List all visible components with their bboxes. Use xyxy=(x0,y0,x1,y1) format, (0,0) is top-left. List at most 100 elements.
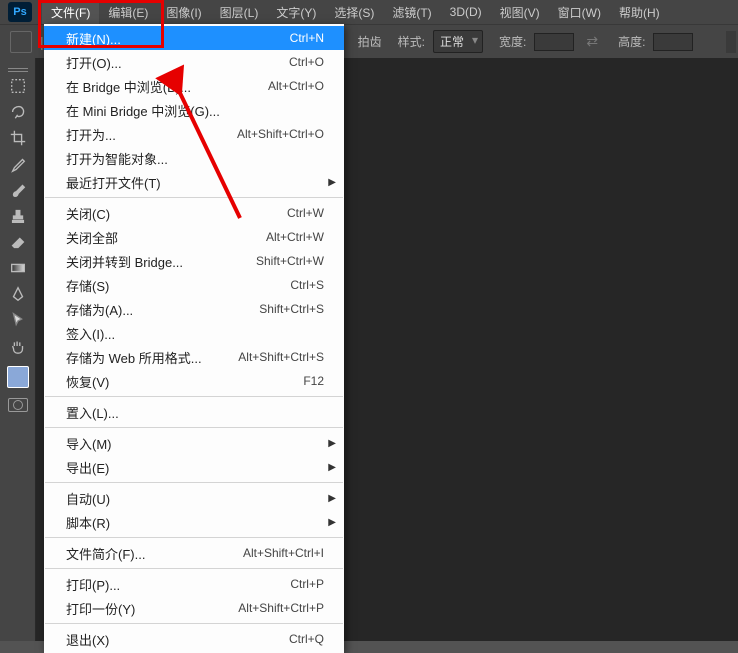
menu-item-shortcut: Alt+Ctrl+W xyxy=(266,230,324,244)
menu-item-label: 置入(L)... xyxy=(66,403,119,422)
width-input[interactable] xyxy=(534,33,574,51)
menu-item-0[interactable]: 新建(N)...Ctrl+N xyxy=(44,26,344,50)
eyedropper-tool-icon[interactable] xyxy=(6,152,30,176)
menu-separator xyxy=(45,623,343,624)
menu-item-5[interactable]: 打开为智能对象... xyxy=(44,146,344,170)
eraser-tool-icon[interactable] xyxy=(6,230,30,254)
menu-item-17[interactable]: 置入(L)... xyxy=(44,400,344,424)
stamp-tool-icon[interactable] xyxy=(6,204,30,228)
submenu-arrow-icon: ▶ xyxy=(328,438,336,449)
menu-item-shortcut: Alt+Shift+Ctrl+S xyxy=(238,350,324,364)
tool-preset-icon[interactable] xyxy=(10,31,32,53)
path-select-tool-icon[interactable] xyxy=(6,308,30,332)
menu-item-20[interactable]: 导出(E)▶ xyxy=(44,455,344,479)
hand-tool-icon[interactable] xyxy=(6,334,30,358)
menu-help[interactable]: 帮助(H) xyxy=(610,1,669,24)
menu-item-shortcut: Alt+Ctrl+O xyxy=(268,79,324,93)
menu-separator xyxy=(45,427,343,428)
menu-item-shortcut: Ctrl+S xyxy=(290,278,324,292)
menu-item-label: 最近打开文件(T) xyxy=(66,173,161,192)
menu-window[interactable]: 窗口(W) xyxy=(549,1,610,24)
menu-item-shortcut: Ctrl+W xyxy=(287,206,324,220)
menu-image[interactable]: 图像(I) xyxy=(157,1,210,24)
crop-tool-icon[interactable] xyxy=(6,126,30,150)
menu-separator xyxy=(45,396,343,397)
menu-separator xyxy=(45,482,343,483)
menu-item-shortcut: Ctrl+P xyxy=(290,577,324,591)
menu-item-label: 打开为... xyxy=(66,125,116,144)
menu-type[interactable]: 文字(Y) xyxy=(267,1,325,24)
menu-item-22[interactable]: 自动(U)▶ xyxy=(44,486,344,510)
toolbar xyxy=(0,58,36,641)
menu-item-30[interactable]: 退出(X)Ctrl+Q xyxy=(44,627,344,651)
menu-item-label: 存储为(A)... xyxy=(66,300,133,319)
style-label: 样式: xyxy=(398,33,425,50)
menu-item-shortcut: Ctrl+Q xyxy=(289,632,324,646)
menu-item-6[interactable]: 最近打开文件(T)▶ xyxy=(44,170,344,194)
menu-item-label: 打印(P)... xyxy=(66,575,120,594)
submenu-arrow-icon: ▶ xyxy=(328,493,336,504)
menu-item-label: 签入(I)... xyxy=(66,324,115,343)
options-end xyxy=(726,31,736,53)
toolbar-flyout-icon[interactable] xyxy=(8,68,28,72)
menu-item-19[interactable]: 导入(M) ▶ xyxy=(44,431,344,455)
height-label: 高度: xyxy=(618,33,645,50)
menu-item-14[interactable]: 存储为 Web 所用格式... Alt+Shift+Ctrl+S xyxy=(44,345,344,369)
snap-label: 拍齿 xyxy=(358,33,382,50)
menu-separator xyxy=(45,568,343,569)
menu-item-1[interactable]: 打开(O)... Ctrl+O xyxy=(44,50,344,74)
brush-tool-icon[interactable] xyxy=(6,178,30,202)
menu-item-12[interactable]: 存储为(A)... Shift+Ctrl+S xyxy=(44,297,344,321)
menu-item-13[interactable]: 签入(I)... xyxy=(44,321,344,345)
menu-item-9[interactable]: 关闭全部 Alt+Ctrl+W xyxy=(44,225,344,249)
menu-item-label: 关闭(C) xyxy=(66,204,110,223)
menu-edit[interactable]: 编辑(E) xyxy=(99,1,157,24)
menu-item-shortcut: Ctrl+O xyxy=(289,55,324,69)
file-dropdown: 新建(N)...Ctrl+N 打开(O)... Ctrl+O 在 Bridge 中浏览… xyxy=(44,24,344,653)
menu-item-label: 打印一份(Y) xyxy=(66,599,135,618)
quickmask-icon[interactable] xyxy=(8,398,28,412)
menu-item-label: 关闭全部 xyxy=(66,228,118,247)
menu-item-8[interactable]: 关闭(C) Ctrl+W xyxy=(44,201,344,225)
menu-item-shortcut: Alt+Shift+Ctrl+O xyxy=(237,127,324,141)
menu-item-label: 恢复(V) xyxy=(66,372,109,391)
menu-item-3[interactable]: 在 Mini Bridge 中浏览(G)... xyxy=(44,98,344,122)
menu-item-shortcut: Ctrl+N xyxy=(290,31,324,45)
menu-3d[interactable]: 3D(D) xyxy=(441,2,491,22)
menu-filter[interactable]: 滤镜(T) xyxy=(383,1,440,24)
menu-view[interactable]: 视图(V) xyxy=(491,1,549,24)
menu-item-4[interactable]: 打开为... Alt+Shift+Ctrl+O xyxy=(44,122,344,146)
gradient-tool-icon[interactable] xyxy=(6,256,30,280)
menu-item-2[interactable]: 在 Bridge 中浏览(B)... Alt+Ctrl+O xyxy=(44,74,344,98)
menu-item-11[interactable]: 存储(S)Ctrl+S xyxy=(44,273,344,297)
menu-item-label: 打开(O)... xyxy=(66,53,122,72)
menu-item-shortcut: Shift+Ctrl+S xyxy=(259,302,324,316)
menu-item-label: 脚本(R) xyxy=(66,513,110,532)
menu-item-shortcut: Alt+Shift+Ctrl+I xyxy=(243,546,324,560)
menu-item-28[interactable]: 打印一份(Y)Alt+Shift+Ctrl+P xyxy=(44,596,344,620)
menu-item-label: 文件简介(F)... xyxy=(66,544,145,563)
menu-item-27[interactable]: 打印(P)... Ctrl+P xyxy=(44,572,344,596)
marquee-tool-icon[interactable] xyxy=(6,74,30,98)
menu-item-23[interactable]: 脚本(R)▶ xyxy=(44,510,344,534)
menu-item-label: 导出(E) xyxy=(66,458,109,477)
menu-item-label: 打开为智能对象... xyxy=(66,149,168,168)
menu-item-shortcut: Shift+Ctrl+W xyxy=(256,254,324,268)
menu-item-label: 导入(M) xyxy=(66,434,112,453)
menu-layer[interactable]: 图层(L) xyxy=(211,1,268,24)
menu-item-25[interactable]: 文件简介(F)... Alt+Shift+Ctrl+I xyxy=(44,541,344,565)
swap-icon[interactable]: ⇄ xyxy=(586,33,598,50)
height-input[interactable] xyxy=(653,33,693,51)
menu-item-15[interactable]: 恢复(V)F12 xyxy=(44,369,344,393)
menu-item-label: 存储为 Web 所用格式... xyxy=(66,348,202,367)
ps-logo: Ps xyxy=(8,2,32,22)
foreground-color-icon[interactable] xyxy=(7,366,29,388)
style-select[interactable]: 正常 xyxy=(433,30,483,53)
menubar: Ps 文件(F) 编辑(E) 图像(I) 图层(L) 文字(Y) 选择(S) 滤… xyxy=(0,0,738,24)
menu-select[interactable]: 选择(S) xyxy=(325,1,383,24)
menu-item-10[interactable]: 关闭并转到 Bridge...Shift+Ctrl+W xyxy=(44,249,344,273)
menu-file[interactable]: 文件(F) xyxy=(42,1,99,24)
menu-item-label: 在 Bridge 中浏览(B)... xyxy=(66,77,191,96)
lasso-tool-icon[interactable] xyxy=(6,100,30,124)
pen-tool-icon[interactable] xyxy=(6,282,30,306)
